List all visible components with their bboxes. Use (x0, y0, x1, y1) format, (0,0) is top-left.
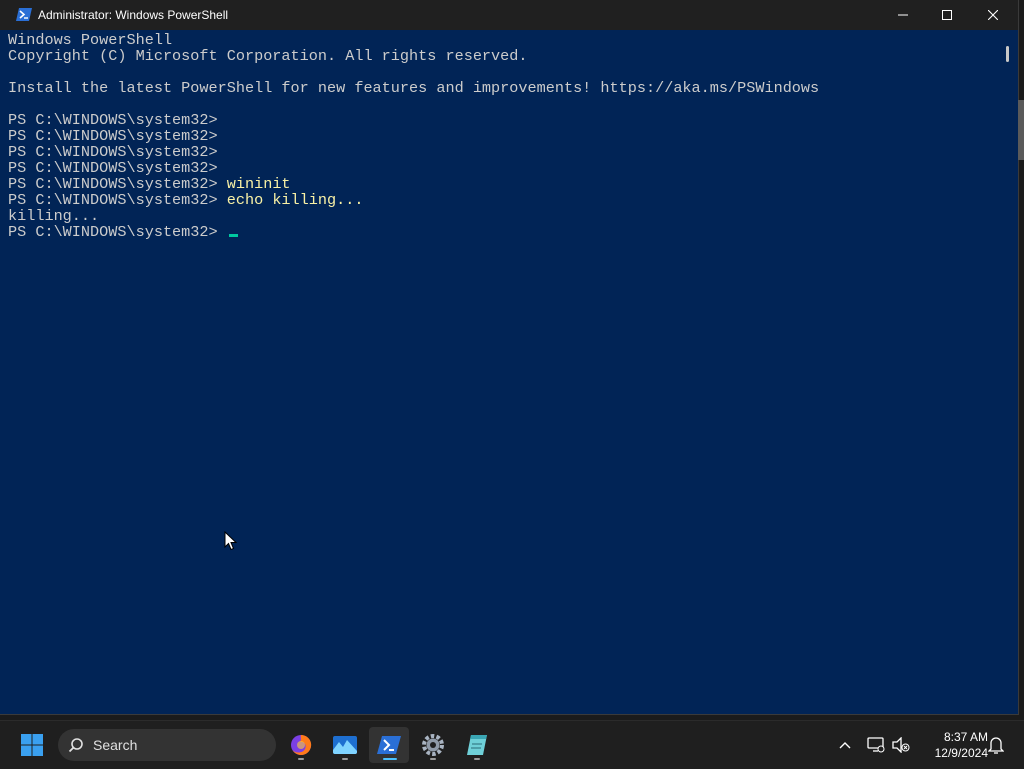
console-command: echo killing... (226, 191, 364, 209)
running-indicator (430, 758, 436, 760)
running-indicator (474, 758, 480, 760)
console-output-text: Copyright (C) Microsoft Corporation. All… (8, 47, 528, 65)
start-button[interactable] (12, 727, 52, 763)
console-output-text: Install the latest PowerShell for new fe… (8, 79, 820, 97)
close-button[interactable] (970, 0, 1016, 30)
running-indicator (298, 758, 304, 760)
chevron-up-icon (839, 742, 851, 749)
taskbar-app-photos[interactable] (325, 727, 365, 763)
taskbar: Search 8:37 AM 12/9/2024 (0, 720, 1024, 769)
windows-logo-icon (21, 734, 43, 756)
powershell-icon (377, 736, 401, 754)
console-prompt: PS C:\WINDOWS\system32> (8, 223, 218, 241)
console-line: PS C:\WINDOWS\system32> (8, 144, 227, 160)
search-label: Search (93, 737, 138, 753)
console-line: Install the latest PowerShell for new fe… (8, 80, 819, 96)
clock-date: 12/9/2024 (934, 746, 988, 760)
powershell-window: Administrator: Windows PowerShell Window… (0, 0, 1019, 715)
maximize-button[interactable] (924, 0, 970, 30)
console-line: PS C:\WINDOWS\system32> (8, 224, 238, 240)
minimize-icon (898, 14, 908, 16)
show-hidden-icons-button[interactable] (833, 733, 857, 757)
search-icon (68, 738, 83, 753)
taskbar-app-powershell[interactable] (369, 727, 409, 763)
window-title: Administrator: Windows PowerShell (38, 8, 229, 22)
console-output[interactable]: Windows PowerShell Copyright (C) Microsof… (0, 30, 1002, 714)
clock-time: 8:37 AM (943, 730, 988, 744)
console-line: Windows PowerShell (8, 32, 172, 48)
taskbar-clock[interactable]: 8:37 AM 12/9/2024 (916, 729, 988, 761)
console-line: PS C:\WINDOWS\system32> (8, 128, 227, 144)
network-icon (867, 737, 885, 753)
settings-icon (422, 734, 444, 756)
speaker-muted-icon (892, 737, 910, 753)
minimize-button[interactable] (880, 0, 926, 30)
console-line: Copyright (C) Microsoft Corporation. All… (8, 48, 528, 64)
console-line: killing... (8, 208, 99, 224)
console-line: PS C:\WINDOWS\system32> wininit (8, 176, 291, 192)
photos-icon (333, 736, 357, 754)
maximize-icon (942, 10, 952, 20)
taskbar-app-notepad[interactable] (457, 727, 497, 763)
taskbar-app-settings[interactable] (413, 727, 453, 763)
text-cursor (228, 234, 238, 237)
close-icon (988, 10, 998, 20)
running-indicator (342, 758, 348, 760)
notifications-button[interactable] (984, 733, 1008, 757)
bell-icon (988, 737, 1004, 754)
taskbar-search-box[interactable]: Search (58, 729, 276, 761)
powershell-app-icon (16, 8, 32, 21)
title-bar[interactable]: Administrator: Windows PowerShell (0, 0, 1018, 30)
notepad-icon (467, 735, 487, 755)
console-line: PS C:\WINDOWS\system32> (8, 112, 227, 128)
vertical-scrollbar[interactable] (1002, 30, 1018, 714)
firefox-icon (291, 734, 312, 755)
scrollbar-thumb[interactable] (1006, 46, 1009, 62)
network-status-button[interactable] (864, 733, 888, 757)
background-window-edge (1018, 100, 1024, 160)
taskbar-app-firefox[interactable] (281, 727, 321, 763)
volume-button[interactable] (889, 733, 913, 757)
console-line: PS C:\WINDOWS\system32> (8, 160, 227, 176)
mouse-pointer-icon (224, 531, 238, 551)
console-line: PS C:\WINDOWS\system32> echo killing... (8, 192, 363, 208)
active-indicator (383, 758, 397, 760)
